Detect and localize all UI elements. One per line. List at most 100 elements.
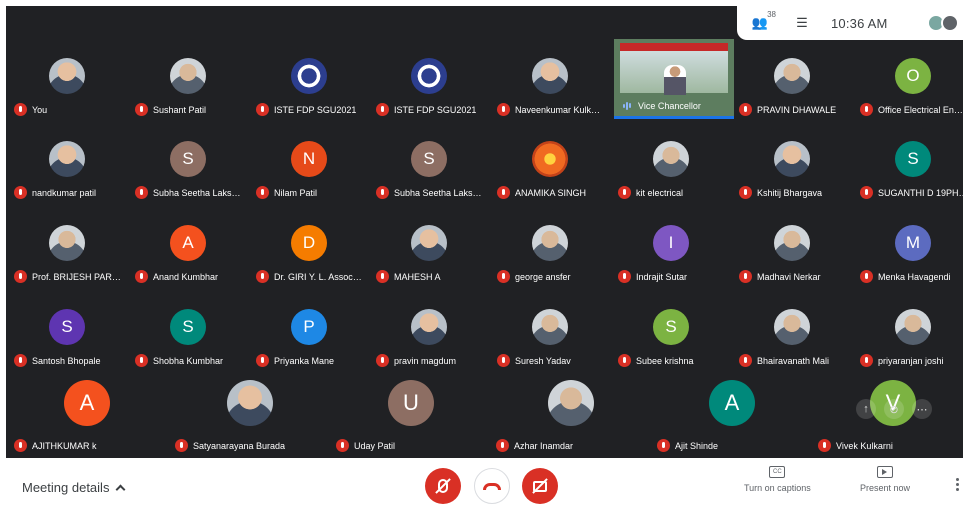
mic-muted-icon [256, 103, 269, 116]
mic-muted-icon [256, 270, 269, 283]
participant-tile[interactable]: ANAMIKA SINGH [491, 125, 609, 207]
mic-muted-icon [135, 186, 148, 199]
participant-tile[interactable]: Madhavi Nerkar [733, 209, 851, 291]
participant-tile[interactable]: priyaranjan joshi [854, 293, 963, 375]
mic-muted-icon [618, 354, 631, 367]
presenter-tile[interactable]: Vice Chancellor [614, 39, 734, 119]
participant-tile[interactable]: ISTE FDP SGU2021 [250, 42, 368, 124]
participant-tile[interactable]: Sushant Patil [129, 42, 247, 124]
name-row: pravin magdum [376, 354, 488, 367]
avatar: S [411, 141, 447, 177]
participant-name: Kshitij Bhargava [757, 187, 823, 198]
avatar [774, 309, 810, 345]
hangup-icon [483, 482, 501, 490]
mic-toggle-button[interactable] [425, 468, 461, 504]
present-now-button[interactable]: Present now [860, 466, 910, 493]
participant-tile[interactable]: kit electrical [612, 125, 730, 207]
participant-tile[interactable]: ISTE FDP SGU2021 [370, 42, 488, 124]
avatar: S [170, 309, 206, 345]
mic-muted-icon [618, 186, 631, 199]
participant-tile[interactable]: MAHESH A [370, 209, 488, 291]
name-row: AJITHKUMAR k [14, 439, 164, 452]
participant-tile[interactable]: You [8, 42, 126, 124]
participant-tile[interactable]: S Shobha Kumbhar [129, 293, 247, 375]
mic-muted-icon [256, 186, 269, 199]
participant-name: ISTE FDP SGU2021 [394, 104, 477, 115]
participant-tile[interactable]: Satyanarayana Burada [169, 380, 327, 454]
participant-tile[interactable]: U Uday Patil [330, 380, 488, 454]
bottom-control-bar: Meeting details CC Turn on captions Pres… [0, 458, 965, 516]
more-options-icon[interactable] [956, 478, 959, 491]
participant-name: Prof. BRIJESH PAR… [32, 271, 121, 282]
participant-tile[interactable]: S Santosh Bhopale [8, 293, 126, 375]
participant-tile[interactable]: S Subee krishna [612, 293, 730, 375]
participant-tile[interactable]: I Indrajit Sutar [612, 209, 730, 291]
participant-tile[interactable]: S Subha Seetha Laks… [370, 125, 488, 207]
presenter-figure [664, 65, 686, 95]
participant-tile[interactable]: P Priyanka Mane [250, 293, 368, 375]
mic-muted-icon [14, 354, 27, 367]
tile-hover-controls: ↑ ⊘ ⋯ [856, 399, 932, 419]
people-icon[interactable]: 👥 38 [747, 10, 776, 33]
name-row: Sushant Patil [135, 103, 247, 116]
pin-icon[interactable]: ↑ [856, 399, 876, 419]
avatar [411, 225, 447, 261]
mic-muted-icon [497, 186, 510, 199]
participant-tile[interactable]: pravin magdum [370, 293, 488, 375]
participant-tile[interactable]: A AJITHKUMAR k [8, 380, 166, 454]
mic-muted-icon [376, 354, 389, 367]
participant-tile[interactable]: A Ajit Shinde [651, 380, 809, 454]
participant-tile[interactable]: S Subha Seetha Laks… [129, 125, 247, 207]
participant-tile[interactable]: N Nilam Patil [250, 125, 368, 207]
captions-icon: CC [769, 466, 786, 478]
participant-name: Uday Patil [354, 440, 396, 451]
mute-icon[interactable]: ⊘ [884, 399, 904, 419]
mic-muted-icon [336, 439, 349, 452]
participant-name: Sushant Patil [153, 104, 207, 115]
mic-muted-icon [860, 103, 873, 116]
participant-tile[interactable]: Prof. BRIJESH PAR… [8, 209, 126, 291]
participant-tile[interactable]: nandkumar patil [8, 125, 126, 207]
name-row: Kshitij Bhargava [739, 186, 851, 199]
chat-icon[interactable]: ☰ [789, 13, 815, 33]
participant-tile[interactable]: george ansfer [491, 209, 609, 291]
participant-tile[interactable]: M Menka Havagendi [854, 209, 963, 291]
participant-tile[interactable]: Azhar Inamdar [490, 380, 648, 454]
camera-toggle-button[interactable] [522, 468, 558, 504]
participant-tile[interactable]: PRAVIN DHAWALE [733, 42, 851, 124]
more-icon[interactable]: ⋯ [912, 399, 932, 419]
avatar [941, 14, 959, 32]
avatar [411, 58, 447, 94]
name-row: nandkumar patil [14, 186, 126, 199]
participant-tile[interactable]: V Vivek Kulkarni [812, 380, 963, 454]
participant-tile[interactable]: Naveenkumar Kulk… [491, 42, 609, 124]
name-row: Vivek Kulkarni [818, 439, 963, 452]
participant-name: Subha Seetha Laks… [394, 187, 482, 198]
name-row: Madhavi Nerkar [739, 270, 851, 283]
avatar: I [653, 225, 689, 261]
participant-tile[interactable]: O Office Electrical En… [854, 42, 963, 124]
captions-button[interactable]: CC Turn on captions [744, 466, 811, 493]
participant-tile[interactable]: Bhairavanath Mali [733, 293, 851, 375]
participant-name: kit electrical [636, 187, 684, 198]
participant-name: Ajit Shinde [675, 440, 719, 451]
name-row: ISTE FDP SGU2021 [376, 103, 488, 116]
banner [620, 43, 728, 51]
leave-call-button[interactable] [474, 468, 510, 504]
meeting-details-button[interactable]: Meeting details [22, 480, 126, 495]
name-row: Uday Patil [336, 439, 486, 452]
name-row: Prof. BRIJESH PAR… [14, 270, 126, 283]
participant-name: Bhairavanath Mali [757, 355, 830, 366]
chevron-up-icon [116, 484, 126, 495]
participant-tile[interactable]: Kshitij Bhargava [733, 125, 851, 207]
avatar [548, 380, 594, 426]
participant-tile[interactable]: S SUGANTHI D 19PH… [854, 125, 963, 207]
participant-name: ISTE FDP SGU2021 [274, 104, 357, 115]
name-row: Subee krishna [618, 354, 730, 367]
mic-muted-icon [739, 186, 752, 199]
participant-name: Santosh Bhopale [32, 355, 101, 366]
avatar: S [170, 141, 206, 177]
participant-tile[interactable]: Suresh Yadav [491, 293, 609, 375]
participant-tile[interactable]: D Dr. GIRI Y. L. Assoc… [250, 209, 368, 291]
participant-tile[interactable]: A Anand Kumbhar [129, 209, 247, 291]
